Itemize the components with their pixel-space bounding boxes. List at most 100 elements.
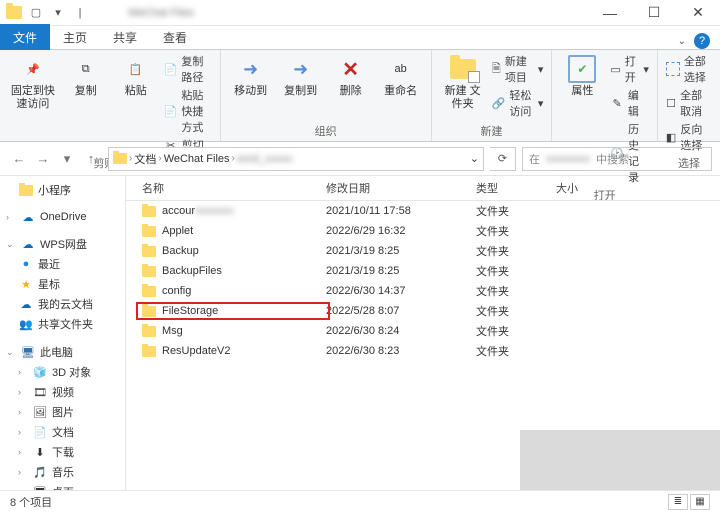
back-button[interactable]: ← (8, 148, 30, 170)
breadcrumb-dropdown-icon[interactable]: ⌄ (470, 152, 479, 165)
col-size[interactable]: 大小 (556, 180, 636, 196)
table-row[interactable]: ResUpdateV22022/6/30 8:23文件夹 (126, 341, 720, 361)
delete-icon: ✕ (337, 55, 365, 83)
table-row[interactable]: accourxxxxxxx2021/10/11 17:58文件夹 (126, 201, 720, 221)
maximize-button[interactable]: ☐ (632, 0, 676, 26)
breadcrumb-last[interactable]: wxid_xxxxx (237, 153, 293, 165)
file-type: 文件夹 (476, 283, 556, 299)
sidebar-item-miniprogram[interactable]: 小程序 (0, 180, 125, 200)
file-type: 文件夹 (476, 323, 556, 339)
shortcut-icon: 📄 (164, 104, 178, 118)
refresh-button[interactable]: ⟳ (490, 147, 516, 171)
ribbon-group-open: ✔属性 ▭打开 ▾ ✎编辑 🕑历史记录 打开 (552, 50, 658, 141)
sidebar-item-onedrive[interactable]: ›☁OneDrive (0, 208, 125, 226)
table-row[interactable]: Backup2021/3/19 8:25文件夹 (126, 241, 720, 261)
selectnone-icon: ☐ (666, 96, 676, 110)
properties-icon: ✔ (568, 55, 596, 83)
close-button[interactable]: ✕ (676, 0, 720, 26)
pin-to-quickaccess-button[interactable]: 📌固定到快 速访问 (8, 53, 58, 113)
ribbon-tabs: 文件 主页 共享 查看 ⌄ ? (0, 26, 720, 50)
sidebar-item-shared[interactable]: 👥共享文件夹 (0, 314, 125, 334)
col-type[interactable]: 类型 (476, 180, 556, 196)
breadcrumb-wechat[interactable]: WeChat Files› (164, 153, 235, 165)
chevron-down-icon: ▾ (538, 63, 544, 76)
search-input[interactable]: 在 xxxxxxxx 中搜索 (522, 147, 712, 171)
sidebar-item-mycloud[interactable]: ☁我的云文档 (0, 294, 125, 314)
col-name[interactable]: 名称 (126, 180, 326, 196)
select-all-button[interactable]: 全部选择 (666, 53, 712, 85)
forward-button[interactable]: → (32, 148, 54, 170)
pc-icon: 🖥 (20, 345, 36, 359)
folder-icon (142, 326, 156, 337)
sidebar-item-3d[interactable]: ›🧊3D 对象 (0, 362, 125, 382)
copy-to-button[interactable]: ➜复制到 (279, 53, 323, 100)
clipboard-extras: 📄复制路径 📄粘贴快捷方式 ✂剪切 (164, 53, 212, 153)
breadcrumb-docs[interactable]: 文档› (134, 151, 161, 167)
paste-shortcut-button[interactable]: 📄粘贴快捷方式 (164, 87, 212, 135)
recent-locations-button[interactable]: ▾ (56, 148, 78, 170)
file-type: 文件夹 (476, 263, 556, 279)
help-icon[interactable]: ? (694, 33, 710, 49)
tab-view[interactable]: 查看 (150, 24, 200, 50)
save-icon[interactable]: ▢ (28, 5, 44, 21)
sidebar-item-docs[interactable]: ›📄文档 (0, 422, 125, 442)
sidebar-item-pics[interactable]: ›🖼图片 (0, 402, 125, 422)
titlebar: ▢ ▾ | WeChat Files — ☐ ✕ (0, 0, 720, 26)
table-row[interactable]: BackupFiles2021/3/19 8:25文件夹 (126, 261, 720, 281)
folder-icon (142, 246, 156, 257)
select-none-button[interactable]: ☐全部取消 (666, 87, 712, 119)
quick-access-toolbar: ▢ ▾ | (0, 5, 88, 21)
breadcrumb[interactable]: › 文档› WeChat Files› wxid_xxxxx ⌄ (108, 147, 484, 171)
table-row[interactable]: Applet2022/6/29 16:32文件夹 (126, 221, 720, 241)
window-controls: — ☐ ✕ (588, 0, 720, 26)
edit-button[interactable]: ✎编辑 (610, 87, 649, 119)
paste-icon: 📋 (122, 55, 150, 83)
ribbon-group-select: 全部选择 ☐全部取消 ◧反向选择 选择 (658, 50, 720, 141)
breadcrumb-root-icon[interactable]: › (113, 153, 132, 164)
sidebar-item-wps[interactable]: ⌄☁WPS网盘 (0, 234, 125, 254)
collapse-ribbon-icon[interactable]: ⌄ (678, 36, 686, 47)
group-label: 新建 (440, 123, 544, 139)
sidebar-item-recent[interactable]: ●最近 (0, 254, 125, 274)
tab-file[interactable]: 文件 (0, 24, 50, 50)
rename-icon: ab (387, 55, 415, 83)
divider: | (72, 5, 88, 21)
file-type: 文件夹 (476, 243, 556, 259)
sidebar-item-downloads[interactable]: ›⬇下载 (0, 442, 125, 462)
edit-icon: ✎ (610, 96, 623, 110)
col-date[interactable]: 修改日期 (326, 180, 476, 196)
copy-button[interactable]: ⧉复制 (64, 53, 108, 100)
sidebar-item-star[interactable]: ★星标 (0, 274, 125, 294)
chevron-down-icon: ▾ (643, 63, 649, 76)
pin-icon: 📌 (19, 55, 47, 83)
new-item-button[interactable]: 🗎新建项目 ▾ (492, 53, 544, 85)
table-row[interactable]: Msg2022/6/30 8:24文件夹 (126, 321, 720, 341)
table-row[interactable]: config2022/6/30 14:37文件夹 (126, 281, 720, 301)
easy-access-button[interactable]: 🔗轻松访问 ▾ (492, 87, 544, 119)
open-button[interactable]: ▭打开 ▾ (610, 53, 649, 85)
sidebar-item-music[interactable]: ›🎵音乐 (0, 462, 125, 482)
tab-home[interactable]: 主页 (50, 24, 100, 50)
file-date: 2022/5/28 8:07 (326, 305, 476, 317)
table-row[interactable]: FileStorage2022/5/28 8:07文件夹 (126, 301, 720, 321)
sidebar-item-video[interactable]: ›🎞视频 (0, 382, 125, 402)
chevron-down-icon[interactable]: ▾ (50, 5, 66, 21)
tab-share[interactable]: 共享 (100, 24, 150, 50)
view-icons-button[interactable]: ▦ (690, 494, 710, 510)
view-details-button[interactable]: ≣ (668, 494, 688, 510)
copy-path-button[interactable]: 📄复制路径 (164, 53, 212, 85)
sidebar-item-thispc[interactable]: ⌄🖥此电脑 (0, 342, 125, 362)
properties-button[interactable]: ✔属性 (560, 53, 604, 100)
sidebar-item-desktop[interactable]: ›🖥桌面 (0, 482, 125, 490)
up-button[interactable]: ↑ (80, 148, 102, 170)
paste-button[interactable]: 📋粘贴 (114, 53, 158, 100)
file-date: 2022/6/30 8:23 (326, 345, 476, 357)
minimize-button[interactable]: — (588, 0, 632, 26)
file-type: 文件夹 (476, 303, 556, 319)
delete-button[interactable]: ✕删除 (329, 53, 373, 100)
rename-button[interactable]: ab重命名 (379, 53, 423, 100)
move-to-button[interactable]: ➜移动到 (229, 53, 273, 100)
new-folder-button[interactable]: 新建 文件夹 (440, 53, 486, 113)
copy-icon: ⧉ (72, 55, 100, 83)
easyaccess-icon: 🔗 (492, 96, 506, 110)
